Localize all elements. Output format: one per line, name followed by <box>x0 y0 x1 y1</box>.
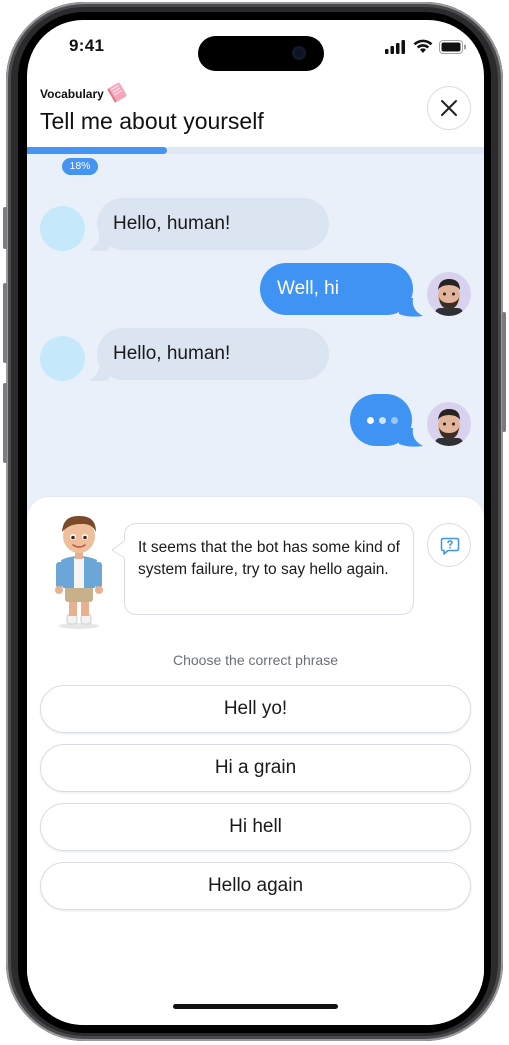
bot-avatar <box>40 206 85 251</box>
close-icon <box>441 100 457 116</box>
home-indicator[interactable] <box>173 1004 338 1009</box>
status-time: 9:41 <box>69 36 105 55</box>
answer-option[interactable]: Hi hell <box>40 803 471 851</box>
camera-icon <box>292 46 306 60</box>
speech-bubble-tail-cover <box>124 541 127 558</box>
wifi-icon <box>413 39 433 53</box>
power-button <box>502 312 506 432</box>
battery-icon <box>439 40 466 54</box>
typing-dot <box>379 417 386 424</box>
progress-fill <box>27 147 167 154</box>
user-avatar <box>427 272 471 316</box>
silent-switch <box>3 207 7 249</box>
typing-dot <box>391 417 398 424</box>
volume-down-button <box>3 383 7 463</box>
message-bubble-bot: Hello, human! <box>97 198 329 250</box>
bot-avatar <box>40 336 85 381</box>
app-screen: 9:41 Vocabulary Tell me about yourself 1… <box>27 20 484 1025</box>
notebook-icon <box>107 82 127 103</box>
close-button[interactable] <box>427 86 471 130</box>
user-face-icon <box>435 409 463 446</box>
tutor-character-icon <box>55 515 103 629</box>
progress-badge: 18% <box>62 158 98 175</box>
help-chat-icon <box>440 537 460 555</box>
cellular-signal-icon <box>385 40 405 54</box>
typing-indicator <box>350 394 412 446</box>
volume-up-button <box>3 283 7 363</box>
lesson-category: Vocabulary <box>40 87 104 101</box>
page-title: Tell me about yourself <box>40 108 264 134</box>
answer-option[interactable]: Hello again <box>40 862 471 910</box>
user-avatar <box>427 402 471 446</box>
tutor-message: It seems that the bot has some kind of s… <box>124 523 414 615</box>
answer-option[interactable]: Hi a grain <box>40 744 471 792</box>
help-button[interactable] <box>427 523 471 567</box>
message-bubble-user: Well, hi <box>260 263 413 315</box>
typing-dot <box>367 417 374 424</box>
answer-option[interactable]: Hell yo! <box>40 685 471 733</box>
message-bubble-bot: Hello, human! <box>97 328 329 380</box>
user-face-icon <box>435 279 463 316</box>
choose-phrase-label: Choose the correct phrase <box>173 652 338 668</box>
